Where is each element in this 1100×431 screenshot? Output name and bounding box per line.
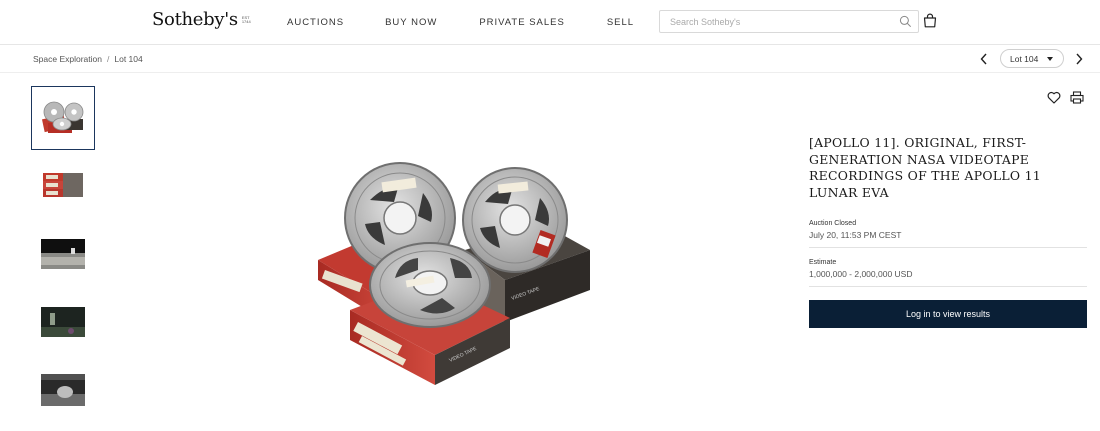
nav-private-sales[interactable]: PRIVATE SALES <box>479 17 565 28</box>
printer-icon[interactable] <box>1070 91 1084 104</box>
shopping-bag-icon[interactable] <box>923 13 937 28</box>
thumbnail-3[interactable] <box>31 222 95 286</box>
lot-subbar: Space Exploration / Lot 104 Lot 104 <box>0 45 1100 73</box>
caret-down-icon <box>1047 57 1053 61</box>
thumbnail-5[interactable] <box>31 358 95 422</box>
breadcrumb: Space Exploration / Lot 104 <box>33 54 143 64</box>
sothebys-logo[interactable]: Sotheby's EST 1744 <box>152 9 251 30</box>
search-input[interactable] <box>660 11 890 32</box>
main-nav: AUCTIONS BUY NOW PRIVATE SALES SELL <box>287 17 634 28</box>
lot-selector[interactable]: Lot 104 <box>1000 49 1064 68</box>
breadcrumb-separator: / <box>107 54 110 64</box>
lot-title: [APOLLO 11]. ORIGINAL, FIRST-GENERATION … <box>809 135 1041 200</box>
breadcrumb-lot[interactable]: Lot 104 <box>114 54 142 64</box>
thumbnail-1[interactable] <box>31 86 95 150</box>
search-box <box>659 10 919 33</box>
thumbnail-4[interactable] <box>31 290 95 354</box>
search-icon[interactable] <box>899 15 912 28</box>
lot-selector-value: Lot 104 <box>1010 53 1039 64</box>
nav-sell[interactable]: SELL <box>607 17 634 28</box>
estimate-block: Estimate 1,000,000 - 2,000,000 USD <box>809 258 1087 287</box>
lot-actions <box>1047 91 1084 104</box>
auction-closed-date: July 20, 11:53 PM CEST <box>809 230 902 240</box>
thumbnail-2[interactable] <box>31 154 95 218</box>
chevron-left-icon[interactable] <box>979 52 989 66</box>
estimate-label: Estimate <box>809 259 837 266</box>
chevron-right-icon[interactable] <box>1074 52 1084 66</box>
auction-status-label: Auction Closed <box>809 220 857 227</box>
logo-est-mark: EST 1744 <box>241 14 251 24</box>
site-header: Sotheby's EST 1744 AUCTIONS BUY NOW PRIV… <box>0 0 1100 45</box>
logo-wordmark: Sotheby's <box>152 9 238 30</box>
breadcrumb-space-exploration[interactable]: Space Exploration <box>33 54 102 64</box>
login-to-view-results-button[interactable]: Log in to view results <box>809 300 1087 328</box>
nav-auctions[interactable]: AUCTIONS <box>287 17 344 28</box>
lot-main-image[interactable]: VIDEO TAPE VIDEO TAPE <box>290 150 600 395</box>
estimate-value: 1,000,000 - 2,000,000 USD <box>809 269 913 279</box>
nav-buy-now[interactable]: BUY NOW <box>385 17 437 28</box>
heart-icon[interactable] <box>1047 91 1061 104</box>
auction-status-block: Auction Closed July 20, 11:53 PM CEST <box>809 219 1087 248</box>
